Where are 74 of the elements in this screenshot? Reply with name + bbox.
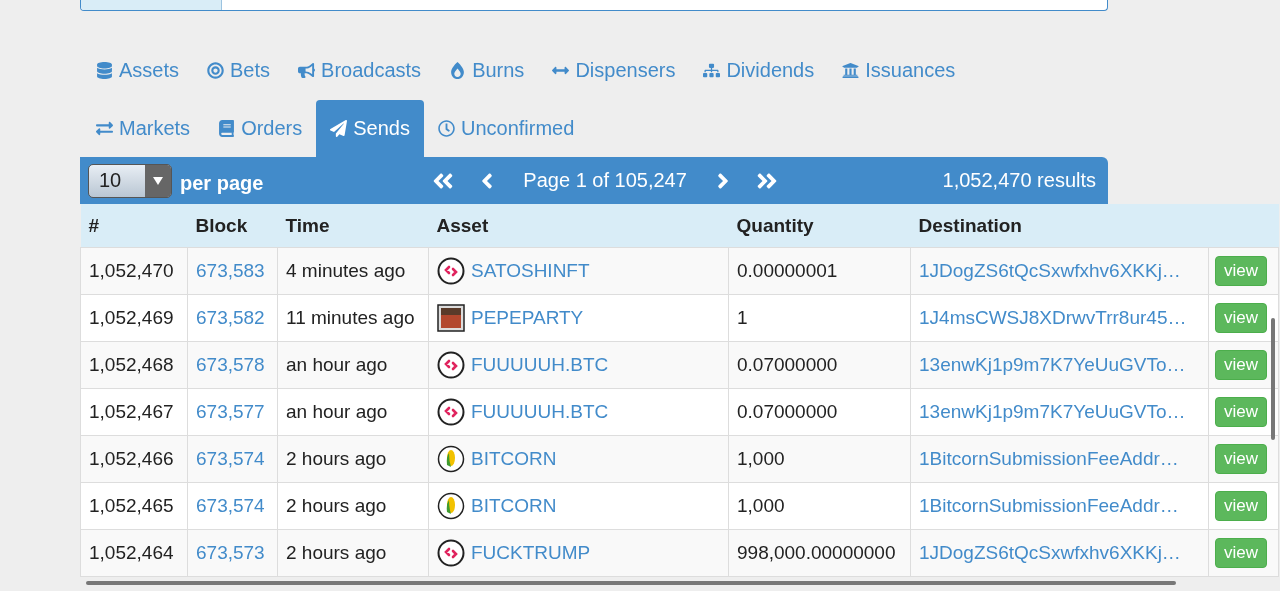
table-cell: 1,000	[728, 482, 911, 530]
table-cell: 1,052,466	[80, 435, 188, 483]
logo-icon	[437, 351, 465, 379]
tab[interactable]: Unconfirmed	[423, 100, 589, 157]
tab[interactable]: Markets	[82, 100, 205, 157]
clock-icon	[437, 120, 455, 137]
table-cell: 4 minutes ago	[277, 247, 429, 295]
column-header: Block	[187, 204, 278, 248]
caret-icon	[153, 176, 163, 185]
view-button[interactable]: view	[1215, 256, 1267, 286]
vertical-scrollbar[interactable]	[1271, 318, 1275, 440]
exchange-arrows-icon	[96, 120, 113, 137]
tab[interactable]: Bets	[193, 42, 285, 99]
target-icon	[207, 62, 225, 79]
logo-icon	[437, 398, 465, 426]
view-button[interactable]: view	[1215, 350, 1267, 380]
asset-link[interactable]: BITCORN	[471, 448, 557, 470]
table-cell: 2 hours ago	[277, 482, 429, 530]
thumbnail-image	[437, 304, 465, 332]
tab[interactable]: Orders	[204, 100, 317, 157]
table-cell: 2 hours ago	[277, 529, 429, 577]
tab[interactable]: Broadcasts	[284, 42, 436, 99]
table-cell: 0.07000000	[728, 388, 911, 436]
per-page-label: per page	[180, 172, 264, 195]
tab[interactable]: Burns	[435, 42, 539, 99]
tab[interactable]: Assets	[82, 42, 194, 99]
view-button[interactable]: view	[1215, 444, 1267, 474]
results-count: 1,052,470 results	[942, 169, 1096, 192]
tab[interactable]: Sends	[316, 100, 424, 157]
table-cell: an hour ago	[277, 341, 429, 389]
logo-icon	[437, 257, 465, 285]
page-indicator: Page 1 of 105,247	[523, 169, 687, 192]
table-cell: 998,000.00000000	[728, 529, 911, 577]
asset-link[interactable]: BITCORN	[471, 495, 557, 517]
bank-icon	[842, 62, 860, 79]
table-cell: 2 hours ago	[277, 435, 429, 483]
search-field[interactable]	[80, 0, 1108, 11]
column-header: Destination	[910, 204, 1209, 248]
database-icon	[96, 62, 113, 79]
table-cell: 1,052,470	[80, 247, 188, 295]
table-cell: 1,052,465	[80, 482, 188, 530]
column-header: #	[80, 204, 188, 248]
asset-link[interactable]: FUCKTRUMP	[471, 542, 591, 564]
corn-icon	[437, 492, 465, 520]
table-cell: 11 minutes ago	[277, 294, 429, 342]
table-cell: 0.07000000	[728, 341, 911, 389]
table-cell: 1,052,467	[80, 388, 188, 436]
tab[interactable]: Issuances	[828, 42, 970, 99]
table-cell: 1	[728, 294, 911, 342]
column-header: Asset	[428, 204, 729, 248]
corn-icon	[437, 445, 465, 473]
megaphone-icon	[298, 62, 316, 79]
table-cell: 0.00000001	[728, 247, 911, 295]
asset-link[interactable]: PEPEPARTY	[471, 307, 584, 329]
view-button[interactable]: view	[1215, 397, 1267, 427]
table-cell: 1,000	[728, 435, 911, 483]
table-cell: 1,052,464	[80, 529, 188, 577]
logo-icon	[437, 539, 465, 567]
tab[interactable]: Dispensers	[538, 42, 690, 99]
view-button[interactable]: view	[1215, 538, 1267, 568]
table-cell: an hour ago	[277, 388, 429, 436]
book-icon	[218, 120, 236, 137]
column-header: Time	[277, 204, 429, 248]
horizontal-scrollbar[interactable]	[86, 581, 1176, 585]
table-cell: 1,052,468	[80, 341, 188, 389]
table-cell: 1,052,469	[80, 294, 188, 342]
hierarchy-icon	[703, 62, 721, 79]
tab[interactable]: Dividends	[689, 42, 829, 99]
per-page-select[interactable]: 10	[88, 163, 172, 198]
view-button[interactable]: view	[1215, 303, 1267, 333]
view-button[interactable]: view	[1215, 491, 1267, 521]
column-header: Quantity	[728, 204, 911, 248]
paper-plane-icon	[330, 120, 348, 137]
asset-link[interactable]: SATOSHINFT	[471, 260, 590, 282]
